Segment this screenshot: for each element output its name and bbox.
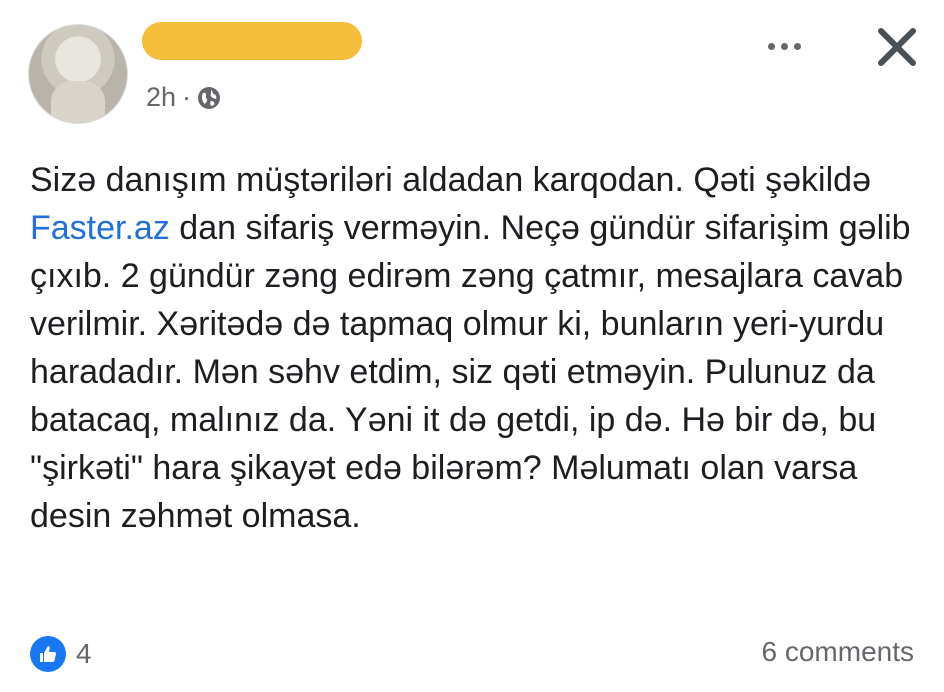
post-text-part1: Sizə danışım müştəriləri aldadan karqoda… [30,161,871,199]
more-dot [767,42,775,50]
reactions-summary[interactable]: 4 [30,636,92,672]
author-name-redacted [142,22,362,60]
comments-link[interactable]: 6 comments [762,636,915,668]
globe-icon [198,86,221,109]
post-meta: 2h · [146,82,221,113]
post-text: Sizə danışım müştəriləri aldadan karqoda… [30,156,920,540]
post-timestamp[interactable]: 2h [146,82,176,113]
meta-separator: · [182,82,192,112]
author-avatar[interactable] [28,24,128,124]
like-icon [30,636,66,672]
reaction-count: 4 [76,638,92,669]
faster-az-link[interactable]: Faster.az [30,209,170,247]
post-text-part2: dan sifariş verməyin. Neçə gündür sifari… [30,209,911,535]
avatar-figure [51,81,105,123]
close-icon[interactable] [872,22,922,72]
more-options-button[interactable] [760,28,808,64]
more-dot [780,42,788,50]
more-dot [793,42,801,50]
